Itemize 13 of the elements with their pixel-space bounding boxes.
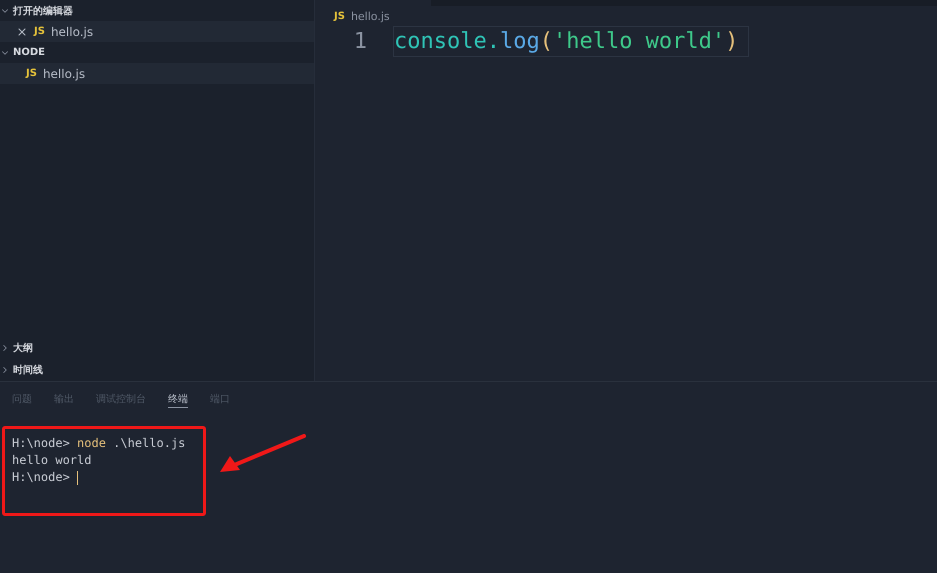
terminal-line: H:\node> (12, 469, 203, 486)
section-title[interactable]: 时间线 (13, 363, 43, 377)
file-item[interactable]: JS hello.js (0, 21, 314, 42)
line-number: 1 (352, 29, 368, 54)
file-item[interactable]: JS hello.js (0, 63, 314, 84)
section-title[interactable]: 大纲 (13, 341, 33, 355)
section-title[interactable]: 打开的编辑器 (13, 4, 73, 18)
close-icon[interactable] (16, 26, 28, 38)
terminal-line: hello world (12, 452, 92, 469)
terminal-line: H:\node> node .\hello.js (12, 435, 186, 452)
section-title[interactable]: NODE (13, 47, 46, 58)
panel-tab[interactable]: 终端 (168, 392, 188, 408)
editor-tab[interactable]: JS hello.js (315, 6, 937, 26)
